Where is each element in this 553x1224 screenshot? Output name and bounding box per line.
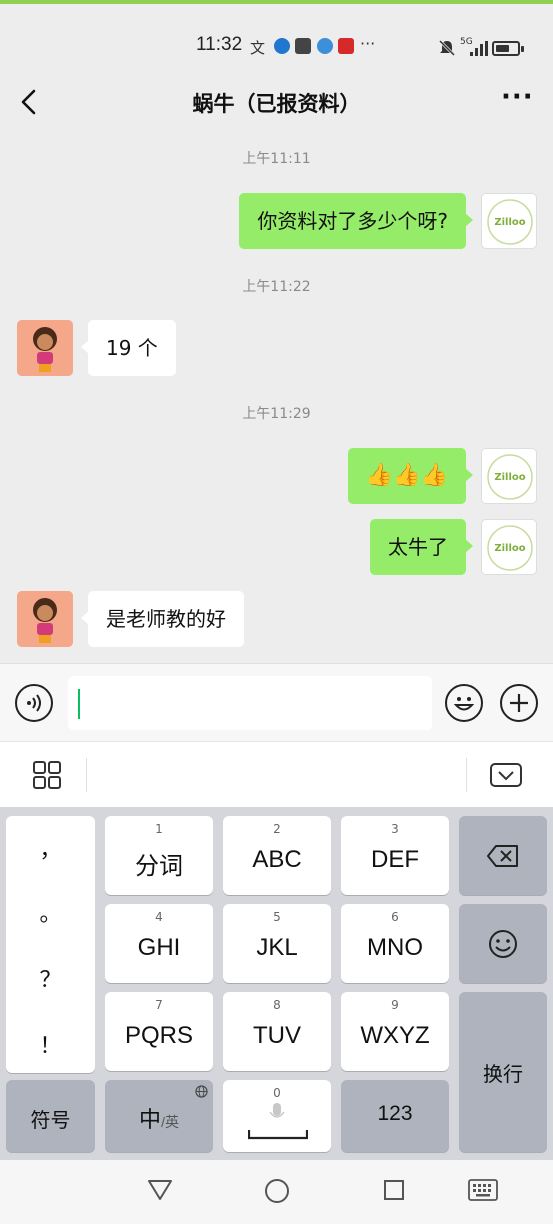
- punct-comma[interactable]: ，: [6, 832, 95, 864]
- nav-home-icon[interactable]: [264, 1178, 290, 1204]
- punct-period[interactable]: 。: [6, 896, 95, 928]
- space-key[interactable]: 0: [223, 1080, 331, 1152]
- key-3[interactable]: 3 DEF: [341, 816, 449, 895]
- enter-key[interactable]: 换行: [459, 992, 547, 1152]
- keyboard-toolbar: [0, 741, 553, 807]
- keyboard: ， 。 ？ ！ 1 分词 2 ABC 3 DEF 4 GHI 5 JKL 6 MNO: [0, 807, 553, 1160]
- message-bubble-received[interactable]: 19 个: [81, 320, 176, 376]
- backspace-key[interactable]: [459, 816, 547, 895]
- emoji-icon[interactable]: [445, 684, 483, 722]
- key-9[interactable]: 9 WXYZ: [341, 992, 449, 1071]
- battery-icon: [492, 41, 524, 56]
- message-bubble-sent[interactable]: 你资料对了多少个呀?: [239, 193, 473, 249]
- cartoon-girl-image: [17, 591, 73, 647]
- zilloo-logo: Zilloo: [487, 199, 533, 245]
- key-8[interactable]: 8 TUV: [223, 992, 331, 1071]
- punct-question[interactable]: ？: [6, 962, 95, 994]
- voice-icon[interactable]: [15, 684, 53, 722]
- timestamp: 上午11:22: [242, 279, 311, 295]
- input-bar: [0, 663, 553, 741]
- my-avatar[interactable]: Zilloo: [481, 193, 537, 249]
- keyboard-icon[interactable]: [468, 1179, 498, 1201]
- toolbar-divider: [86, 758, 87, 792]
- backspace-icon: [487, 845, 518, 867]
- cartoon-girl-image: [17, 320, 73, 376]
- mail-app-icon: [295, 38, 311, 54]
- key-7[interactable]: 7 PQRS: [105, 992, 213, 1071]
- key-4[interactable]: 4 GHI: [105, 904, 213, 983]
- punctuation-column[interactable]: ， 。 ？ ！: [6, 816, 95, 1073]
- timestamp: 上午11:11: [242, 151, 311, 167]
- grid-icon[interactable]: [32, 760, 62, 790]
- my-avatar[interactable]: Zilloo: [481, 448, 537, 504]
- status-overflow: ···: [360, 34, 376, 53]
- smiley-icon: [489, 930, 517, 958]
- chat-title: 蜗牛（已报资料）: [192, 92, 361, 116]
- mic-icon: [269, 1103, 285, 1118]
- chat-header: 蜗牛（已报资料） ···: [0, 70, 553, 136]
- globe-icon: [195, 1085, 208, 1098]
- more-icon[interactable]: ···: [501, 84, 533, 116]
- mute-icon: [438, 39, 456, 57]
- numbers-key[interactable]: 123: [341, 1080, 449, 1152]
- browser-app-icon: [274, 38, 290, 54]
- my-avatar[interactable]: Zilloo: [481, 519, 537, 575]
- message-bubble-sent[interactable]: 太牛了: [370, 519, 473, 575]
- signal-icon: [466, 41, 488, 56]
- chat-area[interactable]: 上午11:11 你资料对了多少个呀? Zilloo 上午11:22 19 个 上…: [0, 136, 553, 663]
- message-bubble-sent[interactable]: 👍👍👍: [347, 448, 474, 504]
- language-switch-key[interactable]: 中/英: [105, 1080, 213, 1152]
- text-caret: [78, 689, 80, 719]
- avatar-label: Zilloo: [494, 472, 525, 483]
- collapse-keyboard-icon[interactable]: [489, 762, 523, 788]
- symbols-key-label: 符号: [30, 1110, 71, 1132]
- emoji-key[interactable]: [459, 904, 547, 983]
- nav-recents-icon[interactable]: [383, 1179, 405, 1201]
- lang-sub: /英: [161, 1114, 179, 1130]
- punct-exclamation[interactable]: ！: [6, 1028, 95, 1060]
- contact-avatar[interactable]: [17, 320, 73, 376]
- numbers-key-label: 123: [377, 1102, 413, 1125]
- timestamp: 上午11:29: [242, 406, 311, 422]
- news-app-icon: [338, 38, 354, 54]
- avatar-label: Zilloo: [494, 543, 525, 554]
- space-bar-icon: [248, 1130, 308, 1140]
- status-time: 11:32: [196, 34, 243, 55]
- toolbar-divider: [466, 758, 467, 792]
- nav-back-icon[interactable]: [147, 1178, 173, 1202]
- key-5[interactable]: 5 JKL: [223, 904, 331, 983]
- system-nav-bar: [0, 1160, 553, 1224]
- key-1[interactable]: 1 分词: [105, 816, 213, 895]
- zilloo-logo: Zilloo: [487, 454, 533, 500]
- enter-key-label: 换行: [483, 1064, 523, 1086]
- key-2[interactable]: 2 ABC: [223, 816, 331, 895]
- message-bubble-received[interactable]: 是老师教的好: [81, 591, 244, 647]
- status-bar: 11:32 文 ··· 5G: [0, 4, 553, 70]
- message-input[interactable]: [68, 676, 432, 730]
- zilloo-logo: Zilloo: [487, 525, 533, 571]
- key-6[interactable]: 6 MNO: [341, 904, 449, 983]
- symbols-key[interactable]: 符号: [6, 1080, 95, 1152]
- plus-icon[interactable]: [500, 684, 538, 722]
- lang-main: 中: [139, 1107, 162, 1132]
- contact-avatar[interactable]: [17, 591, 73, 647]
- translate-app-icon: 文: [250, 39, 266, 57]
- avatar-label: Zilloo: [494, 217, 525, 228]
- globe-app-icon: [317, 38, 333, 54]
